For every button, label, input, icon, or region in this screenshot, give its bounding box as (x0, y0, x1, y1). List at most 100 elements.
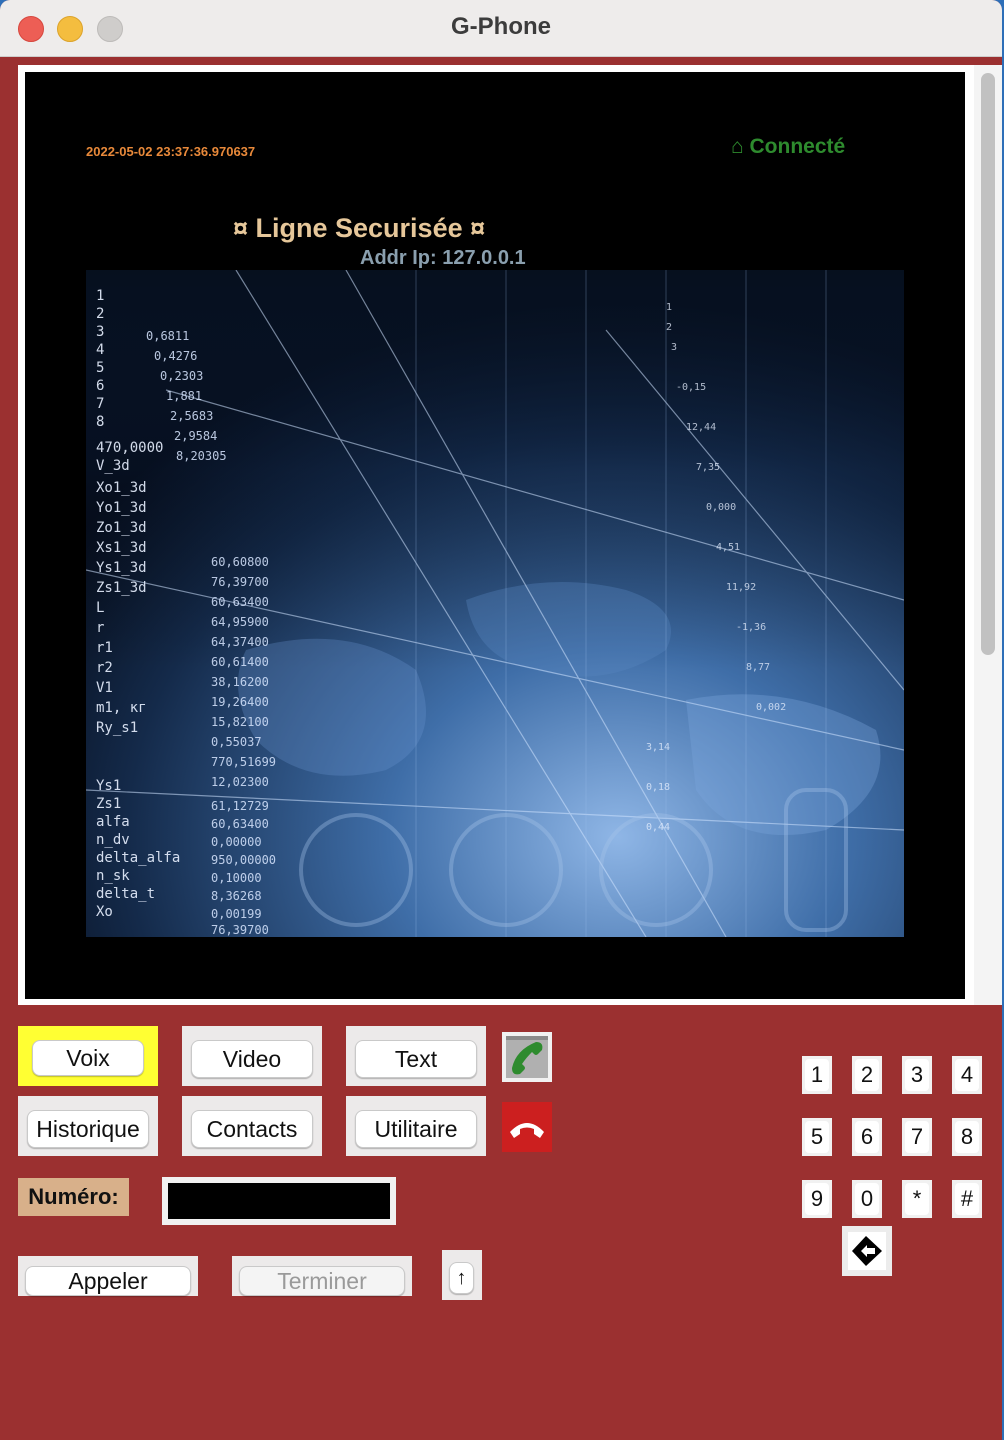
keypad-key-label: 2 (855, 1059, 879, 1091)
svg-text:76,39700: 76,39700 (211, 923, 269, 937)
keypad-key-label: 5 (805, 1121, 829, 1153)
svg-text:delta_alfa: delta_alfa (96, 850, 180, 866)
keypad-key-0[interactable]: 0 (852, 1180, 882, 1218)
keypad-key-3[interactable]: 3 (902, 1056, 932, 1094)
svg-text:38,16200: 38,16200 (211, 675, 269, 689)
svg-text:n_dv: n_dv (96, 832, 130, 848)
keypad-key-8[interactable]: 8 (952, 1118, 982, 1156)
bottom-border (0, 1436, 1002, 1440)
title-bar: G-Phone (0, 0, 1002, 57)
svg-text:Zo1_3d: Zo1_3d (96, 520, 147, 536)
svg-text:6: 6 (96, 378, 104, 394)
hangup-icon (502, 1102, 552, 1152)
connection-status: ⌂ Connecté (731, 135, 846, 158)
keypad-key-label: 1 (805, 1059, 829, 1091)
up-arrow-button[interactable]: ↑ (449, 1262, 474, 1294)
terminer-label: Terminer (277, 1268, 367, 1294)
svg-text:12,44: 12,44 (686, 422, 716, 433)
text-button[interactable]: Text (355, 1040, 477, 1078)
svg-text:0,000: 0,000 (706, 502, 736, 513)
voix-button[interactable]: Voix (32, 1040, 144, 1076)
keypad-key-hash[interactable]: # (952, 1180, 982, 1218)
keypad-key-label: 0 (855, 1183, 879, 1215)
datetime-label: 2022-05-02 23:37:36.970637 (86, 144, 256, 159)
historique-label: Historique (36, 1116, 140, 1142)
text-label: Text (394, 1046, 438, 1072)
phone-call-icon (506, 1036, 548, 1078)
keypad-key-6[interactable]: 6 (852, 1118, 882, 1156)
keypad-key-label: 9 (805, 1183, 829, 1215)
top-border (0, 57, 1002, 65)
keypad-key-9[interactable]: 9 (802, 1180, 832, 1218)
svg-text:1: 1 (96, 288, 104, 304)
svg-text:950,00000: 950,00000 (211, 853, 276, 867)
keypad-key-star[interactable]: * (902, 1180, 932, 1218)
svg-text:4,51: 4,51 (716, 542, 740, 553)
svg-text:m1, кг: m1, кг (96, 700, 147, 716)
svg-text:5: 5 (96, 360, 104, 376)
svg-text:0,10000: 0,10000 (211, 871, 262, 885)
window-title: G-Phone (451, 13, 551, 40)
svg-text:2: 2 (96, 306, 104, 322)
svg-text:0,002: 0,002 (756, 702, 786, 713)
keypad-key-1[interactable]: 1 (802, 1056, 832, 1094)
contacts-button[interactable]: Contacts (191, 1110, 313, 1148)
svg-text:60,63400: 60,63400 (211, 817, 269, 831)
up-arrow-icon: ↑ (456, 1267, 467, 1289)
video-button[interactable]: Video (191, 1040, 313, 1078)
svg-text:7: 7 (96, 396, 104, 412)
svg-text:Xo1_3d: Xo1_3d (96, 480, 147, 496)
hangup-button[interactable] (502, 1102, 552, 1152)
numero-input[interactable] (168, 1183, 390, 1219)
keypad-key-label: # (955, 1183, 979, 1215)
backspace-button[interactable] (842, 1226, 892, 1276)
svg-text:61,12729: 61,12729 (211, 799, 269, 813)
call-button[interactable] (502, 1032, 552, 1082)
svg-text:Xs1_3d: Xs1_3d (96, 540, 147, 556)
svg-text:60,63400: 60,63400 (211, 595, 269, 609)
svg-text:60,60800: 60,60800 (211, 555, 269, 569)
svg-text:7,35: 7,35 (696, 462, 720, 473)
svg-text:15,82100: 15,82100 (211, 715, 269, 729)
voix-label: Voix (66, 1045, 110, 1071)
scrollbar-thumb[interactable] (981, 73, 995, 655)
keypad-key-label: * (905, 1183, 929, 1215)
svg-text:11,92: 11,92 (726, 582, 756, 593)
keypad-key-7[interactable]: 7 (902, 1118, 932, 1156)
svg-text:0,2303: 0,2303 (160, 369, 203, 383)
appeler-button[interactable]: Appeler (25, 1266, 191, 1296)
keypad-key-label: 4 (955, 1059, 979, 1091)
svg-text:Zs1: Zs1 (96, 796, 121, 812)
utilitaire-button[interactable]: Utilitaire (355, 1110, 477, 1148)
utilitaire-label: Utilitaire (374, 1116, 458, 1142)
video-label: Video (222, 1046, 282, 1072)
svg-text:8,77: 8,77 (746, 662, 770, 673)
keypad-key-label: 6 (855, 1121, 879, 1153)
svg-text:0,4276: 0,4276 (154, 349, 197, 363)
svg-text:Ys1_3d: Ys1_3d (96, 560, 147, 576)
svg-text:64,37400: 64,37400 (211, 635, 269, 649)
svg-text:V_3d: V_3d (96, 458, 130, 474)
svg-text:8: 8 (96, 414, 104, 430)
svg-text:Ys1: Ys1 (96, 778, 121, 794)
svg-text:0,18: 0,18 (646, 782, 670, 793)
svg-text:770,51699: 770,51699 (211, 755, 276, 769)
svg-text:V1: V1 (96, 680, 113, 696)
svg-text:8,20305: 8,20305 (176, 449, 227, 463)
svg-text:8,36268: 8,36268 (211, 889, 262, 903)
ip-address-label: Addr Ip: 127.0.0.1 (360, 247, 526, 269)
historique-button[interactable]: Historique (27, 1110, 149, 1148)
svg-text:64,95900: 64,95900 (211, 615, 269, 629)
data-wallpaper-image: 1 2 3 4 5 6 7 8 470,0000 V_3d Xo1_3d Yo1_3d Zo1_… (86, 270, 904, 937)
svg-text:76,39700: 76,39700 (211, 575, 269, 589)
svg-text:Xo: Xo (96, 904, 113, 920)
terminer-button[interactable]: Terminer (239, 1266, 405, 1296)
svg-text:r1: r1 (96, 640, 113, 656)
keypad-key-5[interactable]: 5 (802, 1118, 832, 1156)
svg-text:delta_t: delta_t (96, 886, 155, 902)
keypad-key-2[interactable]: 2 (852, 1056, 882, 1094)
keypad-key-label: 3 (905, 1059, 929, 1091)
keypad-key-label: 8 (955, 1121, 979, 1153)
keypad-key-4[interactable]: 4 (952, 1056, 982, 1094)
svg-text:0,00000: 0,00000 (211, 835, 262, 849)
